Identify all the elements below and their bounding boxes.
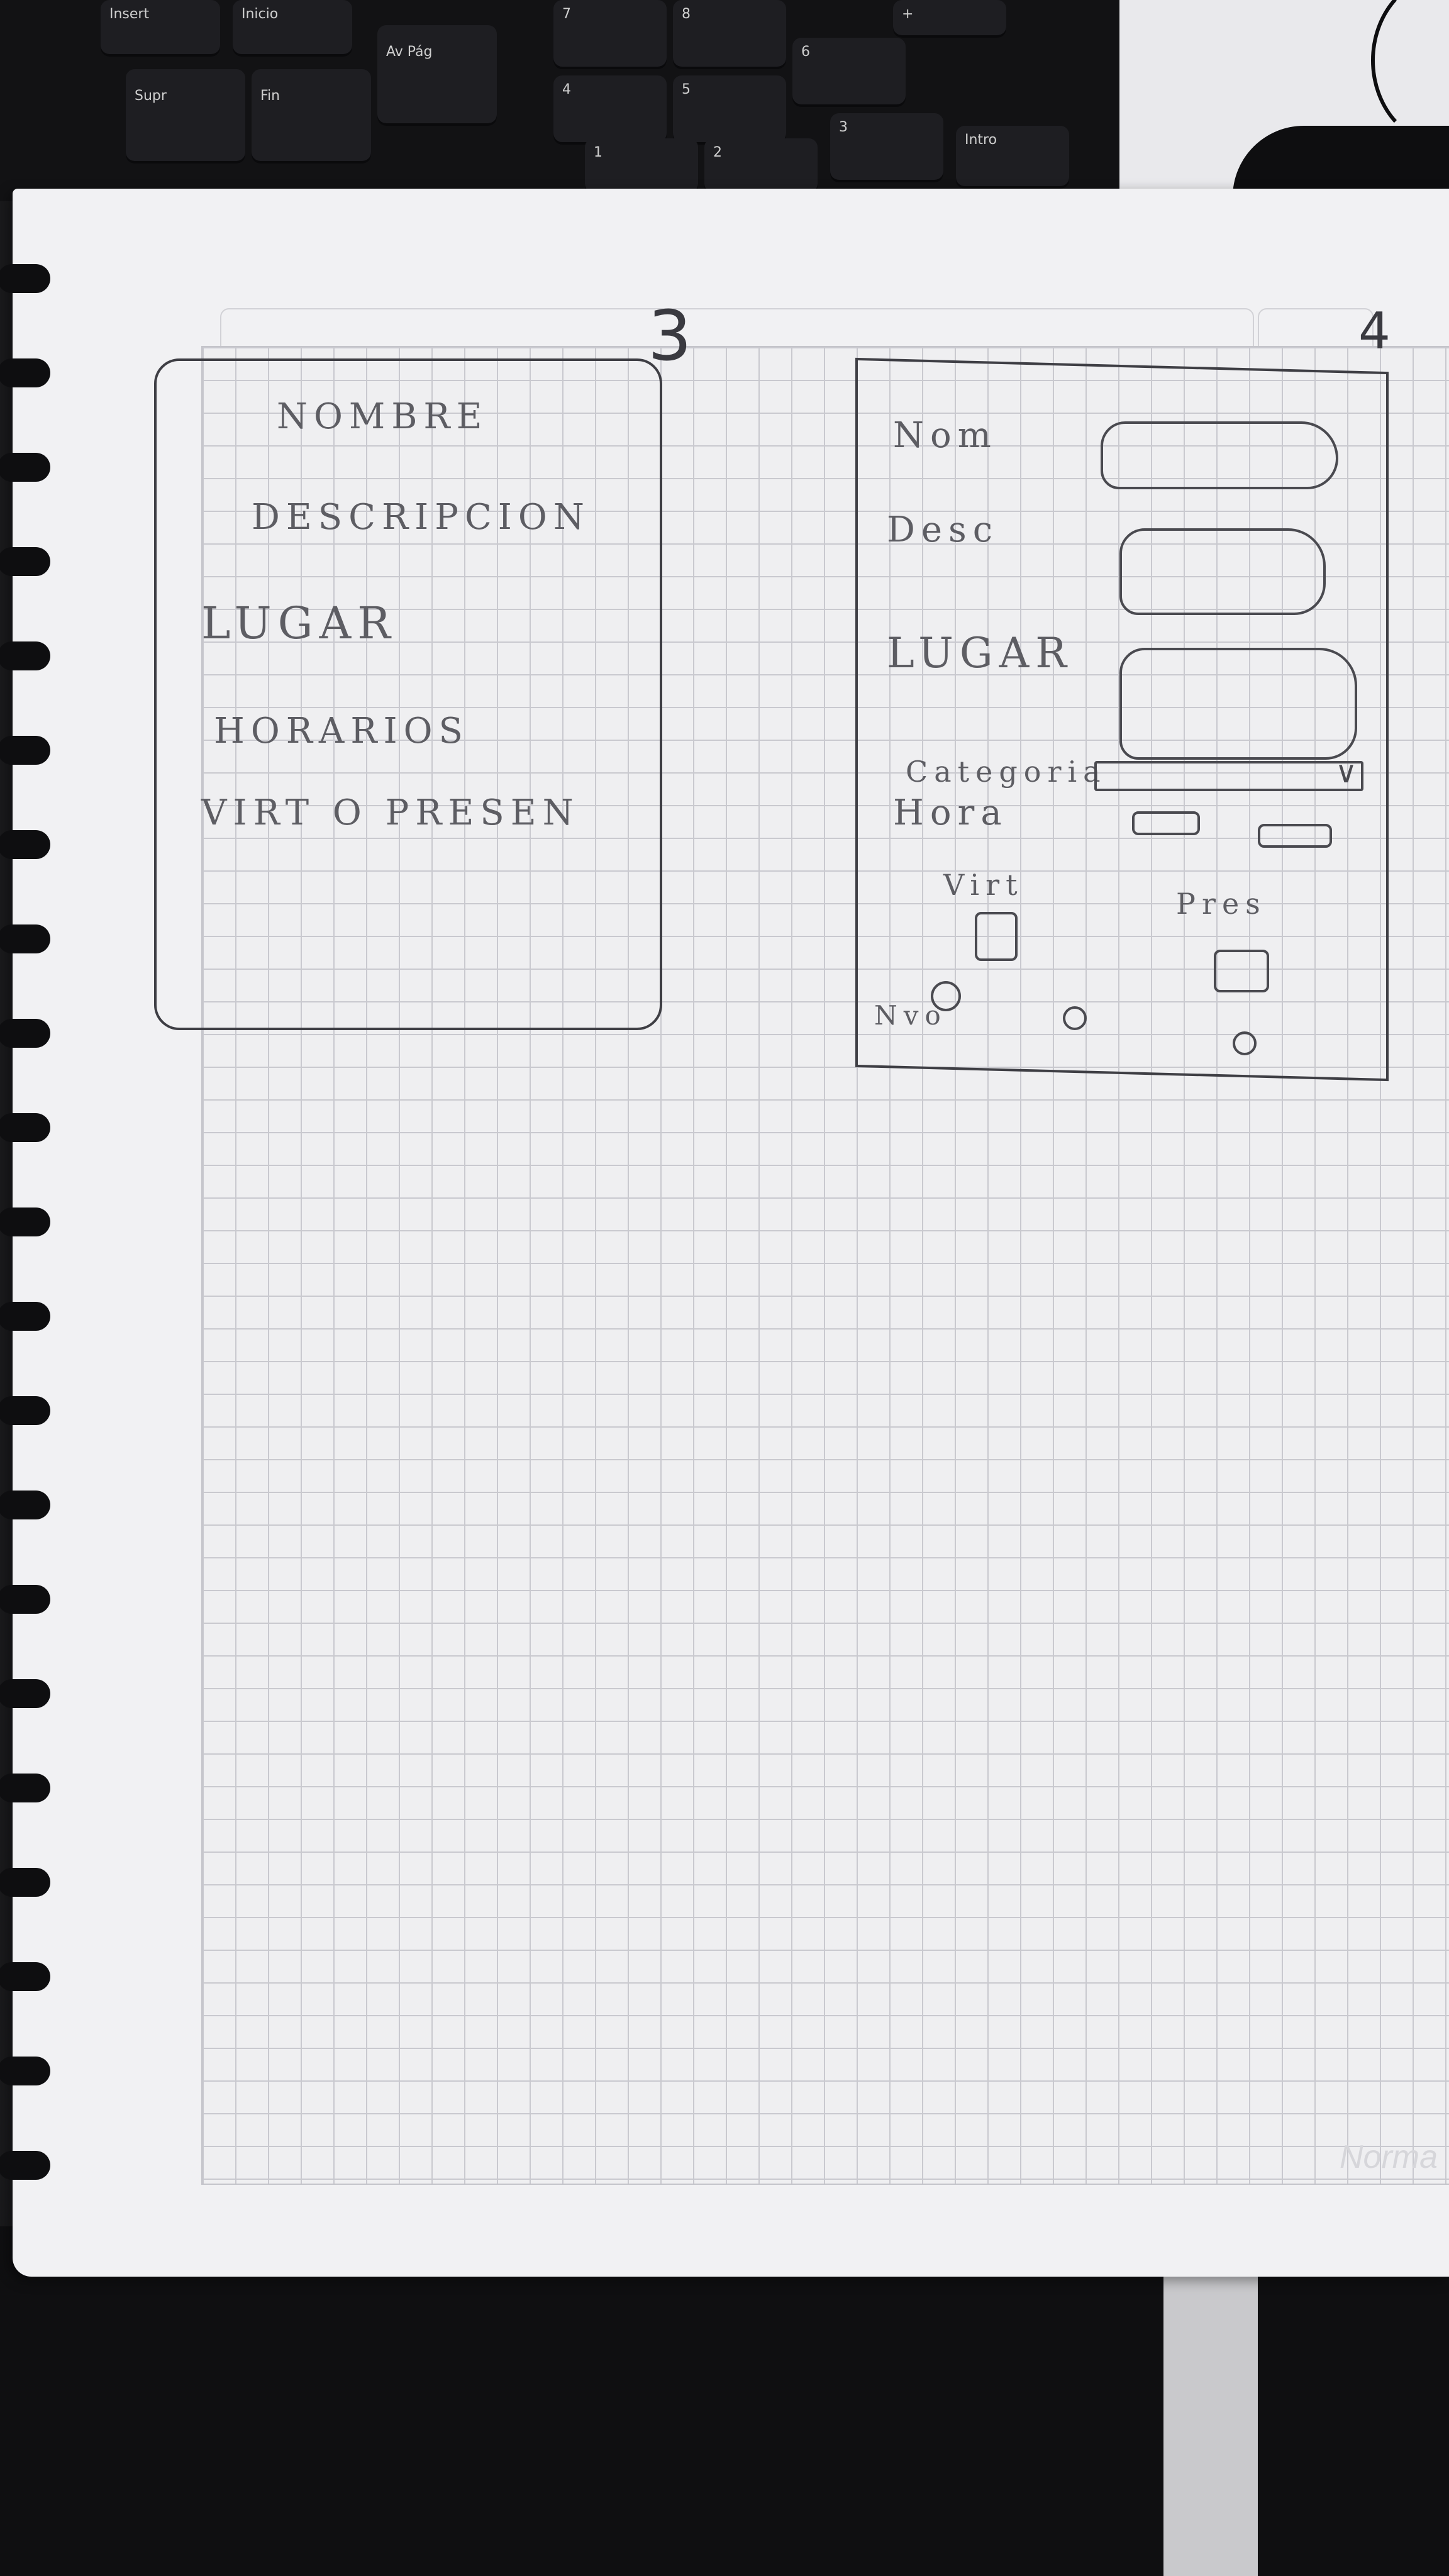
spiral-ring (0, 1208, 50, 1236)
virtual-checkbox[interactable] (975, 912, 1018, 961)
screen-4-label-desc: Desc (887, 509, 999, 550)
name-input[interactable] (1101, 421, 1338, 489)
screen-4-label-nom: Nom (893, 415, 997, 456)
place-input[interactable] (1119, 648, 1357, 760)
key-6: 6 (792, 38, 906, 107)
screen-4-label-lugar: LUGAR (887, 629, 1073, 677)
key-5: 5 (673, 75, 786, 145)
spiral-ring (0, 736, 50, 765)
key-3: 3 (830, 113, 943, 182)
key-7: 7 (553, 0, 667, 69)
key-1: 1 (585, 138, 698, 195)
spiral-ring (0, 2057, 50, 2085)
spiral-ring (0, 2151, 50, 2180)
screen-3-label-horarios: HORARIOS (214, 711, 469, 752)
table-edge (1163, 2226, 1258, 2576)
nav-dot-right[interactable] (1233, 1031, 1257, 1055)
spiral-ring (0, 453, 50, 482)
chevron-down-icon: ∨ (1335, 755, 1357, 790)
keyboard: Insert Inicio Supr Fin Av Pág 7 8 4 5 6 … (0, 0, 1132, 201)
spiral-ring (0, 1396, 50, 1425)
screen-3-label-virt-presen: VIRT O PRESEN (201, 792, 580, 833)
spiral-ring (0, 1868, 50, 1897)
spiral-ring (0, 1585, 50, 1614)
spiral-ring (0, 1962, 50, 1991)
screen-4-label-pres: Pres (1176, 887, 1267, 921)
key-4: 4 (553, 75, 667, 145)
spiral-ring (0, 641, 50, 670)
spiral-ring (0, 547, 50, 576)
presential-checkbox[interactable] (1214, 950, 1269, 992)
hour-start-input[interactable] (1132, 811, 1200, 835)
description-input[interactable] (1119, 528, 1326, 615)
screen-3-frame (154, 358, 662, 1030)
spiral-ring (0, 830, 50, 859)
hour-end-input[interactable] (1258, 824, 1332, 848)
spiral-ring (0, 1019, 50, 1048)
nav-dot-left[interactable] (931, 981, 961, 1011)
notebook-brand: Norma (1340, 2139, 1438, 2175)
spiral-ring (0, 1679, 50, 1708)
key-av-pag: Av Pág (377, 25, 497, 126)
screen-4-label-hora: Hora (893, 792, 1008, 833)
key-intro: Intro (956, 126, 1069, 189)
spiral-ring (0, 1302, 50, 1331)
screen-3-label-lugar: LUGAR (201, 597, 397, 649)
notebook-page: Norma 3 NOMBRE DESCRIPCION LUGAR HORARIO… (13, 189, 1449, 2277)
key-fin: Fin (252, 69, 371, 164)
key-insert: Insert (101, 0, 220, 57)
spiral-ring (0, 358, 50, 387)
spiral-ring (0, 1113, 50, 1142)
screen-4-label-categoria: Categoria (906, 755, 1107, 789)
screen-3-number: 3 (648, 296, 692, 376)
nav-dot-center[interactable] (1063, 1006, 1087, 1030)
key-plus: + (893, 0, 1006, 38)
spiral-ring (0, 1491, 50, 1519)
screen-4-number: 4 (1358, 302, 1391, 360)
screen-3-label-descripcion: DESCRIPCION (252, 497, 591, 538)
key-inicio: Inicio (233, 0, 352, 57)
key-2: 2 (704, 138, 818, 195)
spiral-ring (0, 1774, 50, 1802)
key-8: 8 (673, 0, 786, 69)
category-dropdown[interactable]: ∨ (1094, 755, 1363, 791)
screen-4-label-virt: Virt (943, 868, 1024, 902)
key-supr: Supr (126, 69, 245, 164)
screen-3-label-nombre: NOMBRE (277, 396, 489, 437)
spiral-ring (0, 264, 50, 293)
spiral-ring (0, 924, 50, 953)
